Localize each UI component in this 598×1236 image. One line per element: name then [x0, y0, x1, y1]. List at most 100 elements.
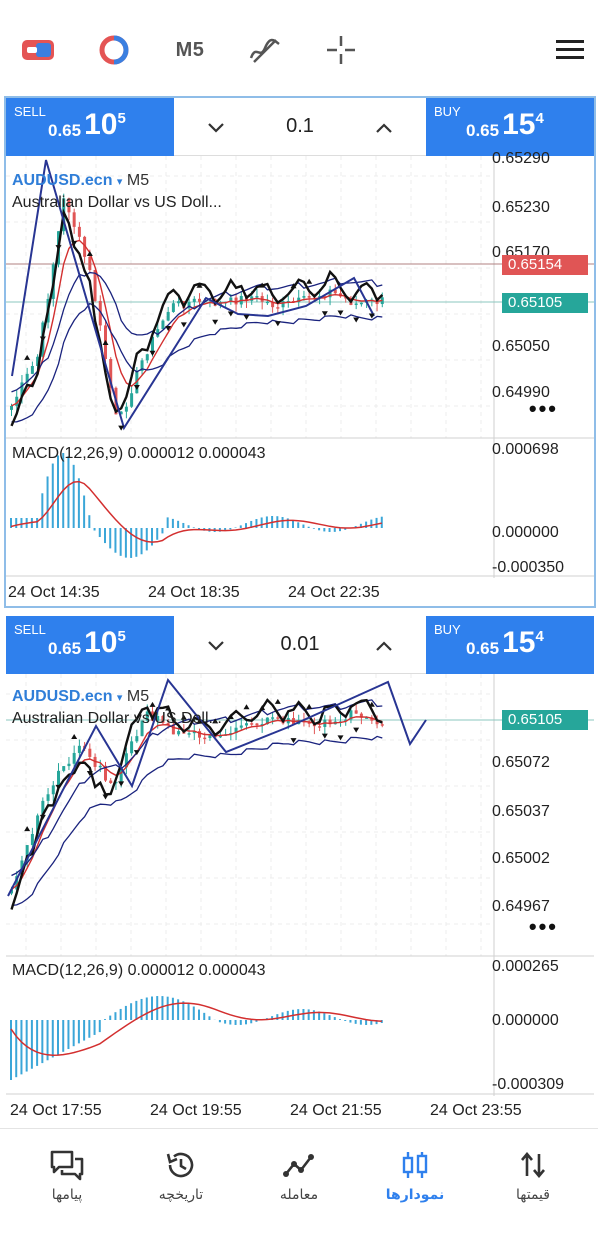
chart-canvas[interactable]	[6, 674, 594, 1096]
macd-histogram-bar	[36, 1020, 39, 1066]
lagging-line	[10, 208, 384, 427]
macd-histogram-bar	[281, 1012, 284, 1020]
candle-body	[250, 723, 254, 725]
macd-histogram-bar	[41, 1020, 44, 1064]
macd-histogram-bar	[297, 522, 300, 528]
macd-histogram-bar	[130, 1003, 133, 1020]
candle-body	[166, 311, 170, 321]
candle-body	[187, 733, 191, 735]
macd-histogram-bar	[145, 528, 148, 551]
macd-histogram-bar	[151, 528, 153, 546]
macd-axis-label: 0.000698	[492, 441, 559, 458]
sell-button[interactable]: SELL 0.65 10 5	[6, 98, 174, 156]
candle-body	[72, 752, 76, 764]
buy-button[interactable]: BUY 0.65 15 4	[426, 616, 594, 674]
macd-histogram-bar	[312, 528, 315, 529]
buy-tag: BUY	[434, 622, 461, 637]
macd-histogram-bar	[182, 1001, 185, 1020]
candle-body	[109, 780, 113, 783]
candle-body	[354, 710, 358, 714]
macd-histogram-bar	[229, 1020, 232, 1025]
macd-histogram-bar	[156, 528, 159, 540]
macd-histogram-bar	[67, 1020, 70, 1050]
symbol-timeframe: M5	[126, 688, 150, 705]
sell-button[interactable]: SELL 0.65 10 5	[6, 616, 174, 674]
price-axis-label: 0.65050	[492, 338, 550, 355]
bid-price-tag: 0.65105	[502, 293, 588, 313]
candle-body	[302, 296, 306, 298]
symbol-description: Australian Dollar vs US Doll...	[12, 194, 222, 211]
price-axis-label: 0.65037	[492, 803, 550, 820]
macd-histogram-bar	[333, 528, 336, 532]
buy-price: 0.65 15 4	[466, 108, 544, 142]
nav-history[interactable]: تاریخچه	[126, 1147, 236, 1203]
trade-row: SELL 0.65 10 5 0.01 BUY 0.65 15 4	[6, 616, 594, 674]
channel-lower-line	[11, 735, 383, 907]
macd-histogram-bar	[72, 1020, 75, 1047]
chart-panel-1[interactable]: SELL 0.65 10 5 0.1 BUY 0.65 15 4 AUDUSD.…	[4, 96, 596, 608]
symbol-title[interactable]: AUDUSD.ecn ▾ M5	[12, 688, 149, 706]
candle-body	[255, 723, 259, 726]
nav-charts[interactable]: نمودارها	[360, 1147, 470, 1203]
price-axis-label: 0.65002	[492, 850, 550, 867]
more-options-icon[interactable]: •••	[529, 396, 558, 422]
time-axis-label: 24 Oct 22:35	[288, 584, 380, 601]
macd-histogram-bar	[20, 518, 23, 528]
fractal-down-arrow	[212, 319, 219, 325]
symbol-title[interactable]: AUDUSD.ecn ▾ M5	[12, 172, 149, 190]
macd-histogram-bar	[93, 1020, 96, 1035]
time-axis-label: 24 Oct 18:35	[148, 584, 240, 601]
buy-button[interactable]: BUY 0.65 15 4	[426, 98, 594, 156]
candle-body	[145, 354, 149, 361]
crosshair-icon[interactable]	[322, 30, 360, 70]
more-options-icon[interactable]: •••	[529, 914, 558, 940]
macd-histogram-bar	[83, 1020, 86, 1041]
macd-histogram-bar	[51, 463, 54, 528]
candle-body	[30, 365, 34, 374]
fractal-up-arrow	[24, 354, 31, 360]
candle-body	[88, 748, 92, 757]
chevron-up-icon	[376, 123, 392, 133]
lot-increase-button[interactable]	[370, 114, 398, 142]
nav-label: قیمتها	[516, 1187, 550, 1203]
timeframe-button[interactable]: M5	[168, 30, 212, 70]
macd-histogram-bar	[286, 1010, 289, 1020]
time-axis-label: 24 Oct 17:55	[10, 1102, 102, 1119]
macd-histogram-bar	[312, 1010, 315, 1020]
sell-price-sup: 5	[117, 110, 126, 127]
nav-quotes[interactable]: قیمتها	[478, 1147, 588, 1203]
nav-trade[interactable]: معامله	[244, 1147, 354, 1203]
macd-histogram-bar	[72, 464, 75, 528]
macd-histogram-bar	[245, 1020, 247, 1025]
candle-body	[93, 269, 97, 301]
nav-messages[interactable]: پیامها	[12, 1147, 122, 1203]
price-axis-label: 0.65290	[492, 150, 550, 167]
top-toolbar: M5	[0, 0, 598, 96]
chart-canvas[interactable]	[6, 156, 594, 578]
macd-axis-label: 0.000000	[492, 524, 559, 541]
symbol-description: Australian Dollar vs US Doll...	[12, 710, 222, 727]
macd-histogram-bar	[77, 1020, 80, 1044]
fractal-up-arrow	[306, 703, 313, 709]
fractal-up-arrow	[149, 701, 156, 707]
macd-histogram-bar	[124, 528, 127, 558]
lot-increase-button[interactable]	[370, 632, 398, 660]
ask-price-tag: 0.65154	[502, 255, 588, 275]
candle-body	[276, 717, 280, 719]
chart-panel-2[interactable]: SELL 0.65 10 5 0.01 BUY 0.65 15 4 AUDUSD…	[4, 614, 596, 1126]
fractal-down-arrow	[102, 794, 109, 800]
time-axis-label: 24 Oct 23:55	[430, 1102, 522, 1119]
nav-label: تاریخچه	[158, 1187, 204, 1203]
candle-body	[192, 298, 196, 302]
macd-histogram-bar	[114, 1012, 117, 1020]
one-click-trading-icon[interactable]	[20, 30, 56, 70]
menu-icon[interactable]	[552, 30, 588, 70]
macd-histogram-bar	[265, 516, 268, 528]
buy-price-sup: 4	[535, 628, 544, 645]
objects-icon[interactable]	[246, 30, 284, 70]
sell-price: 0.65 10 5	[48, 108, 126, 142]
macd-histogram-bar	[318, 528, 321, 531]
macd-histogram-bar	[250, 1020, 253, 1024]
indicators-icon[interactable]	[96, 30, 132, 70]
buy-price-small: 0.65	[466, 121, 500, 140]
